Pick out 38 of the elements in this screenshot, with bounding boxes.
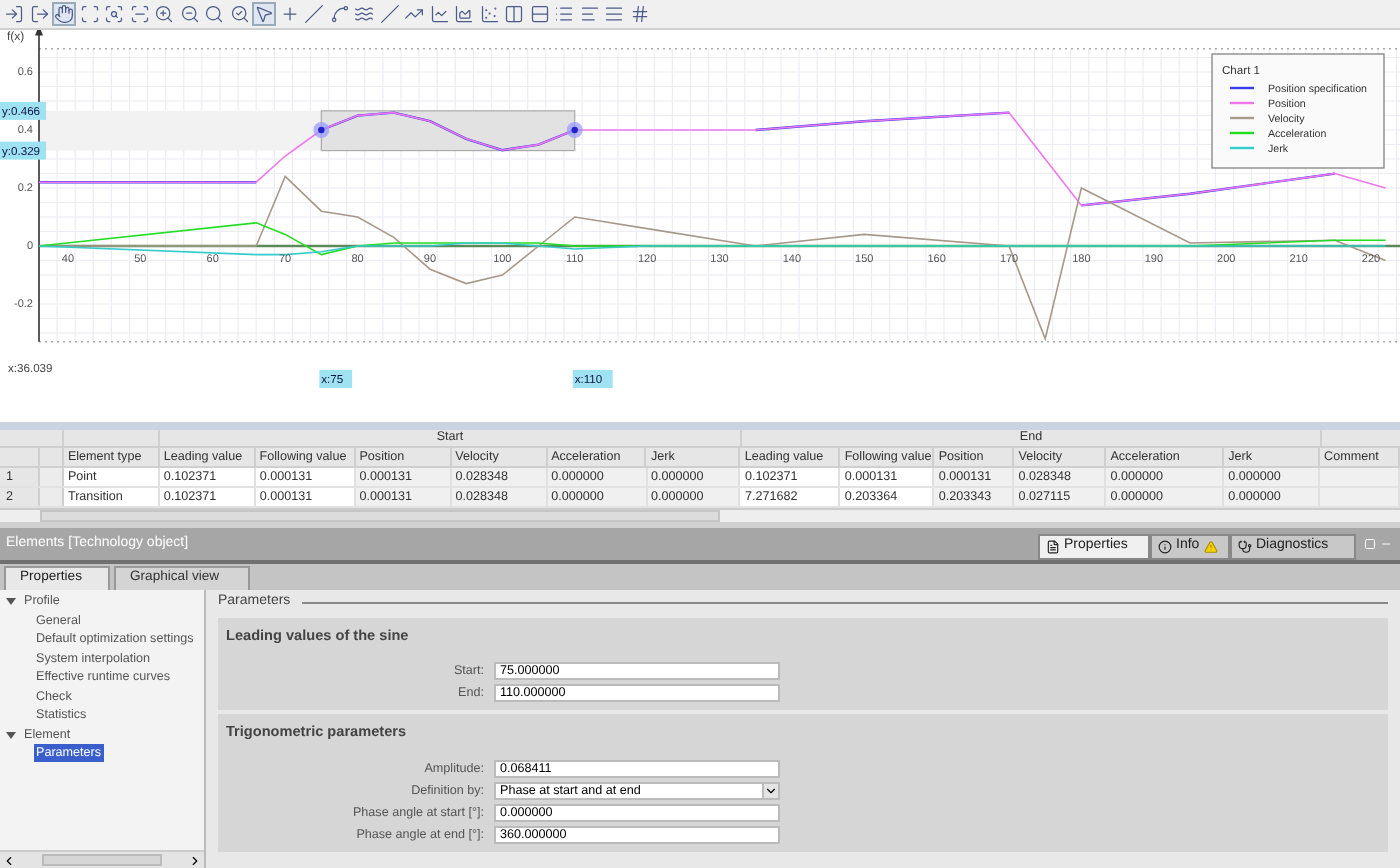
line-icon[interactable] xyxy=(304,4,324,24)
scroll-left-icon[interactable] xyxy=(2,853,16,867)
expanded-arrow-icon[interactable] xyxy=(6,596,16,607)
wave-icon[interactable] xyxy=(354,4,374,24)
rows-icon[interactable] xyxy=(529,4,549,24)
handle-icon[interactable] xyxy=(566,122,583,138)
hand-icon[interactable] xyxy=(54,4,74,24)
scatter-chart-icon[interactable] xyxy=(479,4,499,24)
columns-icon[interactable] xyxy=(504,4,524,24)
search-icon[interactable] xyxy=(204,4,224,24)
pointer-icon[interactable] xyxy=(254,4,274,24)
frame-search-icon[interactable] xyxy=(104,4,124,24)
align-left-icon[interactable] xyxy=(579,4,599,24)
handle-icon[interactable] xyxy=(313,122,330,138)
list-icon[interactable] xyxy=(554,4,574,24)
enter-icon[interactable] xyxy=(4,4,24,24)
area-chart-icon[interactable] xyxy=(454,4,474,24)
scrollbar[interactable] xyxy=(42,854,162,866)
scroll-right-icon[interactable] xyxy=(188,853,202,867)
line-icon[interactable] xyxy=(379,4,399,24)
zoom-in-icon[interactable] xyxy=(154,4,174,24)
caret-icon xyxy=(764,783,778,798)
frame-line-icon[interactable] xyxy=(129,4,149,24)
frame-icon[interactable] xyxy=(79,4,99,24)
info-icon xyxy=(1158,540,1172,554)
document-icon xyxy=(1046,540,1060,554)
trend-icon[interactable] xyxy=(404,4,424,24)
scrollbar[interactable] xyxy=(40,510,720,522)
expanded-arrow-icon[interactable] xyxy=(6,729,16,740)
align-justify-icon[interactable] xyxy=(604,4,624,24)
hash-icon[interactable] xyxy=(629,4,649,24)
line-chart-icon[interactable] xyxy=(429,4,449,24)
zoom-out-icon[interactable] xyxy=(179,4,199,24)
spline-icon[interactable] xyxy=(329,4,349,24)
exit-icon[interactable] xyxy=(29,4,49,24)
stethoscope-icon xyxy=(1238,540,1252,554)
plus-icon[interactable] xyxy=(279,4,299,24)
search-check-icon[interactable] xyxy=(229,4,249,24)
